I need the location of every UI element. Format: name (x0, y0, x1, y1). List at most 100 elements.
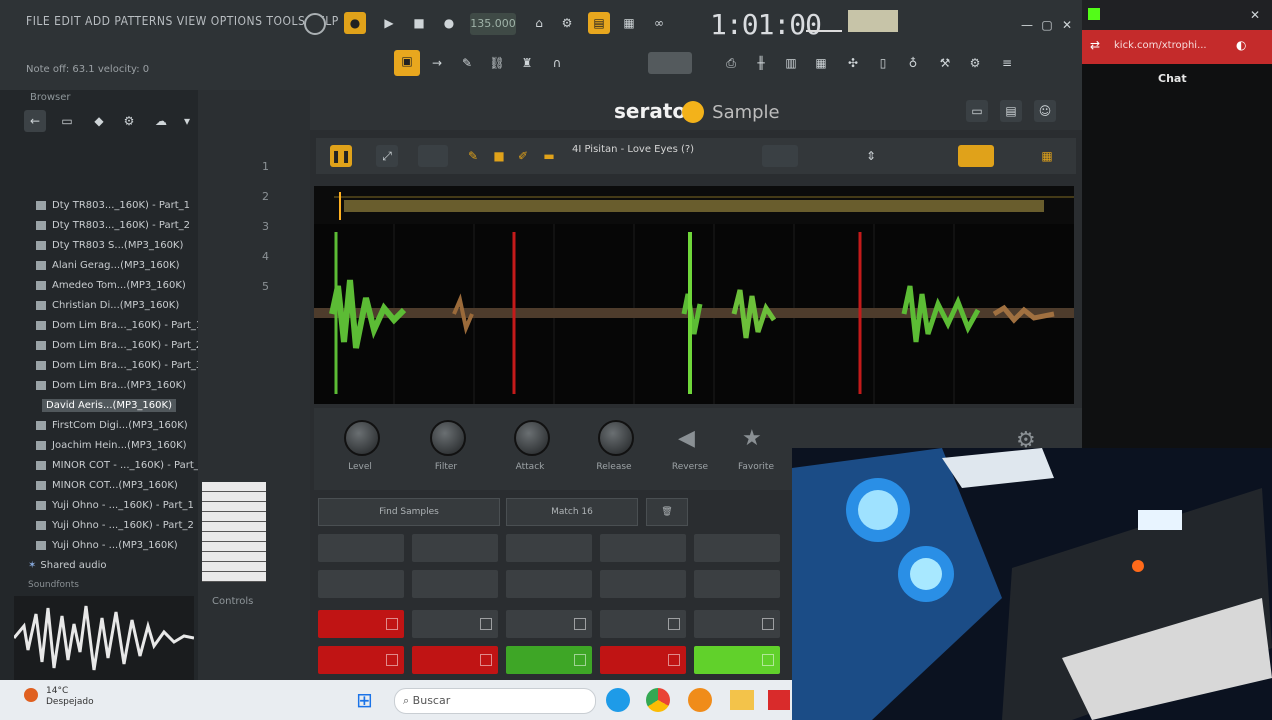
pattern-selector[interactable] (648, 52, 692, 74)
pad[interactable] (600, 570, 686, 598)
next-icon[interactable]: → (426, 52, 448, 74)
plugin-picker-icon[interactable]: ✣ (842, 52, 864, 74)
file-explorer-icon[interactable] (730, 690, 754, 710)
stamp-icon[interactable]: ♜ (516, 52, 538, 74)
pad-red[interactable] (412, 646, 498, 674)
piano-roll-icon[interactable]: ▦ (810, 52, 832, 74)
browser-item[interactable]: MINOR COT...(MP3_160K) (36, 480, 178, 491)
favorite-icon[interactable]: ★ (742, 426, 762, 451)
delete-icon[interactable]: 🗑 (646, 498, 688, 526)
window-icon[interactable]: ▭ (966, 100, 988, 122)
lock-icon[interactable]: ■ (488, 145, 510, 167)
edge-icon[interactable] (606, 688, 630, 712)
browser-folder[interactable]: Soundfonts (28, 580, 79, 590)
filter-knob[interactable] (430, 420, 466, 456)
pattern-song-toggle[interactable]: ● (344, 12, 366, 34)
pad[interactable] (412, 570, 498, 598)
file-icon[interactable]: ▭ (56, 110, 78, 132)
tuning-icon[interactable]: ⚙ (964, 52, 986, 74)
release-knob[interactable] (598, 420, 634, 456)
pad[interactable] (694, 534, 780, 562)
cloud-icon[interactable]: ☁ (150, 110, 172, 132)
browser-item[interactable]: Dty TR803..._160K) - Part_2 (36, 220, 190, 231)
grid-icon[interactable]: ▦ (1036, 145, 1058, 167)
reverse-icon[interactable]: ◀ (678, 426, 695, 451)
playlist-icon[interactable]: ▣ (394, 50, 420, 76)
pad[interactable] (506, 570, 592, 598)
match-dropdown[interactable]: Match 16 (506, 498, 638, 526)
browser-folder[interactable]: ✶ Shared audio (28, 560, 106, 571)
countdown-icon[interactable]: ▦ (618, 12, 640, 34)
step-edit-icon[interactable]: ▤ (588, 12, 610, 34)
user-icon[interactable]: ☺ (1034, 100, 1056, 122)
app-icon[interactable] (768, 690, 790, 710)
pad[interactable] (412, 534, 498, 562)
browser-item[interactable]: Dom Lim Bra...(MP3_160K) (36, 380, 186, 391)
expand-icon[interactable]: ⤢ (376, 145, 398, 167)
pad-red[interactable] (318, 646, 404, 674)
back-icon[interactable]: ← (24, 110, 46, 132)
record-icon[interactable]: ● (438, 12, 460, 34)
browser-close-icon[interactable]: ✕ (1244, 4, 1266, 26)
chrome-icon[interactable] (646, 688, 670, 712)
pad[interactable] (318, 534, 404, 562)
chevron-down-icon[interactable]: ▾ (176, 110, 198, 132)
pad-red[interactable] (600, 646, 686, 674)
metronome-icon[interactable]: ⌂ (528, 12, 550, 34)
weather-widget[interactable]: 14°C Despejado (46, 686, 94, 708)
mixer-icon[interactable]: ╫ (750, 52, 772, 74)
taskbar-search[interactable]: ⌕ Buscar (394, 688, 596, 714)
pad[interactable] (694, 610, 780, 638)
link-icon[interactable]: ⛓ (486, 52, 508, 74)
browser-item[interactable]: Yuji Ohno - ...(MP3_160K) (36, 540, 178, 551)
pause-icon[interactable]: ❚❚ (330, 145, 352, 167)
fl-studio-icon[interactable] (688, 688, 712, 712)
draw-icon[interactable]: ✎ (456, 52, 478, 74)
browser-item[interactable]: Dom Lim Bra..._160K) - Part_1 (36, 320, 202, 331)
key-display[interactable] (762, 145, 798, 167)
browser-item[interactable]: Dom Lim Bra..._160K) - Part_2 (36, 340, 202, 351)
main-waveform[interactable] (314, 224, 1074, 404)
stop-icon[interactable]: ■ (408, 12, 430, 34)
browser-item[interactable]: Joachim Hein...(MP3_160K) (36, 440, 187, 451)
pencil-icon[interactable]: ✎ (462, 145, 484, 167)
weather-icon[interactable] (24, 688, 38, 702)
pad-lightgreen[interactable] (694, 646, 780, 674)
minimize-icon[interactable]: — (1016, 14, 1038, 36)
browser-item[interactable]: Yuji Ohno - ..._160K) - Part_2 (36, 520, 194, 531)
pad[interactable] (318, 570, 404, 598)
pad-green[interactable] (506, 646, 592, 674)
collapse-icon[interactable]: ◆ (88, 110, 110, 132)
pad[interactable] (506, 610, 592, 638)
browser-item[interactable]: Dty TR803..._160K) - Part_1 (36, 200, 190, 211)
loop-record-icon[interactable]: ∞ (648, 12, 670, 34)
tools-icon[interactable]: ⚒ (934, 52, 956, 74)
attack-knob[interactable] (514, 420, 550, 456)
browser-item[interactable]: Yuji Ohno - ..._160K) - Part_1 (36, 500, 194, 511)
site-info-icon[interactable]: ⇄ (1090, 38, 1100, 52)
tempo-display[interactable]: 135.000 (470, 13, 516, 35)
settings-icon[interactable]: ⚙ (118, 110, 140, 132)
pad[interactable] (600, 534, 686, 562)
pad[interactable] (694, 570, 780, 598)
wait-input-icon[interactable]: ⚙ (556, 12, 578, 34)
find-samples-dropdown[interactable]: Find Samples (318, 498, 500, 526)
mode-button[interactable] (418, 145, 448, 167)
bulb-icon[interactable]: ♁ (902, 52, 924, 74)
play-icon[interactable]: ▶ (378, 12, 400, 34)
pad[interactable] (506, 534, 592, 562)
stepper-icon[interactable]: ⇕ (860, 145, 882, 167)
waveform-overview[interactable] (314, 186, 1074, 224)
maximize-icon[interactable]: ▢ (1036, 14, 1058, 36)
printer-icon[interactable]: ⎙ (720, 52, 742, 74)
close-icon[interactable]: ✕ (1056, 14, 1078, 36)
browser-item[interactable]: Dty TR803 S...(MP3_160K) (36, 240, 183, 251)
browser-item-selected[interactable]: David Aeris...(MP3_160K) (42, 399, 176, 412)
file-icon[interactable]: ▯ (872, 52, 894, 74)
browser-item[interactable]: Alani Gerag...(MP3_160K) (36, 260, 180, 271)
level-knob[interactable] (344, 420, 380, 456)
magnet-icon[interactable]: ∩ (546, 52, 568, 74)
browser-item[interactable]: FirstCom Digi...(MP3_160K) (36, 420, 188, 431)
windows-start-icon[interactable]: ⊞ (356, 688, 373, 712)
pad-red[interactable] (318, 610, 404, 638)
